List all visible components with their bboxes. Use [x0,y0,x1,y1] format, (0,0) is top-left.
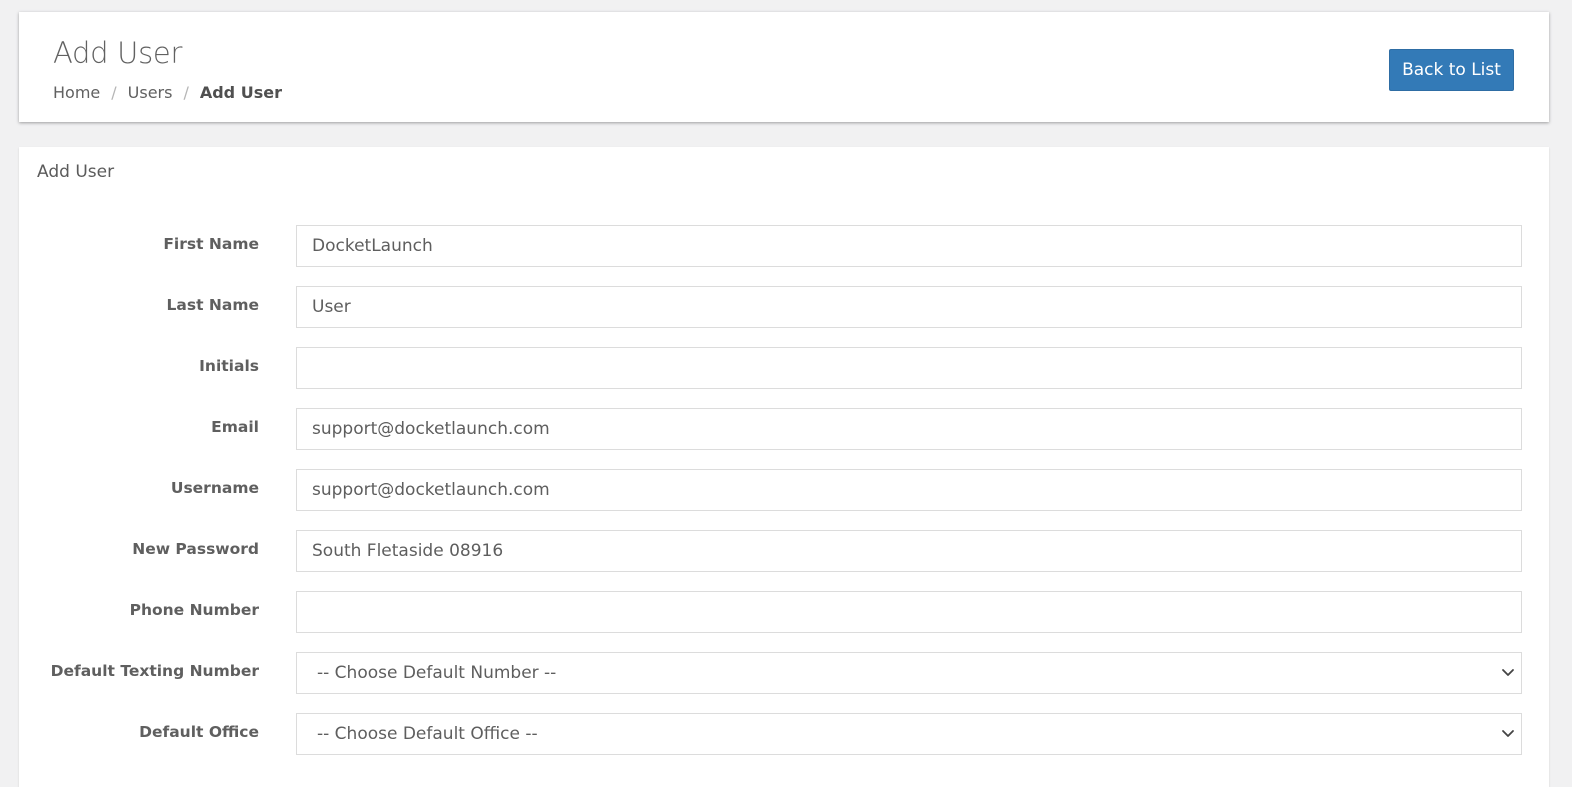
breadcrumb: Home / Users / Add User [53,83,282,102]
form-row-phone-number: Phone Number [19,591,1549,633]
form-row-username: Username support@docketlaunch.com [19,469,1549,511]
email-label: Email [211,418,259,436]
default-office-value: -- Choose Default Office -- [317,724,538,744]
last-name-label: Last Name [166,296,259,314]
email-input[interactable]: support@docketlaunch.com [296,408,1522,450]
default-office-select[interactable]: -- Choose Default Office -- [296,713,1522,755]
username-input[interactable]: support@docketlaunch.com [296,469,1522,511]
breadcrumb-home[interactable]: Home [53,83,100,102]
form-row-email: Email support@docketlaunch.com [19,408,1549,450]
breadcrumb-users[interactable]: Users [128,83,173,102]
initials-label: Initials [199,357,259,375]
page-header: Add User Home / Users / Add User Back to… [19,12,1549,122]
default-texting-number-select[interactable]: -- Choose Default Number -- [296,652,1522,694]
form-card-title: Add User [37,162,115,182]
back-to-list-button[interactable]: Back to List [1389,49,1514,91]
new-password-input[interactable]: South Fletaside 08916 [296,530,1522,572]
page-title: Add User [53,36,183,70]
breadcrumb-separator: / [111,83,117,102]
form-row-last-name: Last Name User [19,286,1549,328]
form-row-default-texting-number: Default Texting Number -- Choose Default… [19,652,1549,694]
chevron-down-icon [1501,726,1515,740]
chevron-down-icon [1501,665,1515,679]
default-texting-number-value: -- Choose Default Number -- [317,663,557,683]
default-texting-number-label: Default Texting Number [50,662,259,680]
new-password-label: New Password [132,540,259,558]
breadcrumb-separator: / [183,83,189,102]
form-row-initials: Initials [19,347,1549,389]
form-row-new-password: New Password South Fletaside 08916 [19,530,1549,572]
breadcrumb-current: Add User [199,83,282,102]
last-name-input[interactable]: User [296,286,1522,328]
phone-number-label: Phone Number [129,601,259,619]
default-office-label: Default Office [139,723,259,741]
form-row-default-office: Default Office -- Choose Default Office … [19,713,1549,755]
first-name-input[interactable]: DocketLaunch [296,225,1522,267]
add-user-form-card: Add User First Name DocketLaunch Last Na… [19,147,1549,787]
username-label: Username [170,479,259,497]
phone-number-input[interactable] [296,591,1522,633]
first-name-label: First Name [163,235,259,253]
form-row-first-name: First Name DocketLaunch [19,225,1549,267]
initials-input[interactable] [296,347,1522,389]
